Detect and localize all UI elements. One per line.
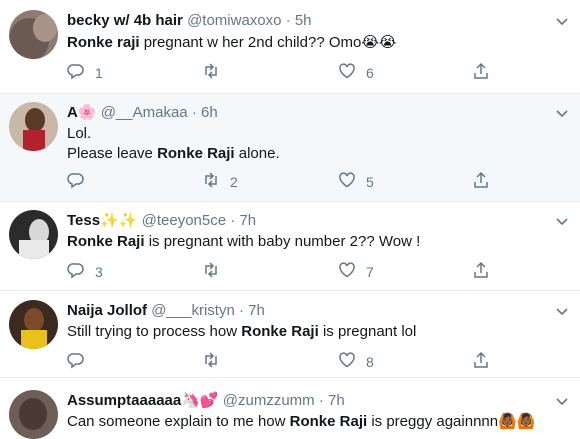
share-button[interactable] [472, 62, 490, 83]
chevron-down-icon[interactable] [554, 105, 570, 121]
share-icon [472, 261, 490, 282]
tweet-text: Ronke raji pregnant w her 2nd child?? Om… [67, 33, 396, 53]
like-count: 5 [366, 174, 374, 190]
share-button[interactable] [472, 261, 490, 282]
tweet[interactable]: Tess✨✨ @teeyon5ce · 7h Ronke Raji is pre… [0, 202, 580, 291]
tweet-text: Ronke Raji is pregnant with baby number … [67, 232, 420, 252]
tweet-header: Tess✨✨ @teeyon5ce · 7h [67, 212, 256, 230]
tweet[interactable]: A🌸 @__Amakaa · 6h Lol. Please leave Ronk… [0, 94, 580, 202]
chevron-down-icon[interactable] [554, 213, 570, 229]
separator-dot: · [239, 302, 244, 319]
chevron-down-icon[interactable] [554, 393, 570, 409]
tweet-text: Still trying to process how Ronke Raji i… [67, 322, 416, 342]
reply-button[interactable] [67, 171, 95, 192]
heart-icon [338, 351, 356, 372]
timestamp[interactable]: 5h [295, 12, 312, 29]
tweet[interactable]: Assumptaaaaaa🦄💕 @zumzzumm · 7h Can someo… [0, 378, 580, 439]
timestamp[interactable]: 7h [328, 392, 345, 409]
reply-icon [67, 171, 85, 192]
avatar[interactable] [9, 300, 58, 349]
tweet-line: Still trying to process how Ronke Raji i… [67, 322, 416, 342]
display-name[interactable]: A🌸 [67, 104, 97, 121]
tweet-text: Can someone explain to me how Ronke Raji… [67, 412, 535, 432]
user-handle[interactable]: @__Amakaa [101, 104, 188, 121]
display-name[interactable]: Tess✨✨ [67, 212, 137, 229]
display-name[interactable]: Assumptaaaaaa🦄💕 [67, 392, 219, 409]
separator-dot: · [230, 212, 235, 229]
avatar[interactable] [9, 10, 58, 59]
share-button[interactable] [472, 351, 490, 372]
display-name[interactable]: Naija Jollof [67, 302, 147, 319]
retweet-icon [202, 171, 220, 192]
tweet[interactable]: Naija Jollof @___kristyn · 7h Still tryi… [0, 291, 580, 378]
retweet-button[interactable]: 2 [202, 171, 238, 192]
reply-count: 1 [95, 65, 103, 81]
like-button[interactable]: 5 [338, 171, 374, 192]
tweet-line: Can someone explain to me how Ronke Raji… [67, 412, 535, 432]
user-handle[interactable]: @zumzzumm [223, 392, 315, 409]
avatar[interactable] [9, 390, 58, 439]
heart-icon [338, 62, 356, 83]
tweet-header: A🌸 @__Amakaa · 6h [67, 104, 218, 122]
retweet-icon [202, 351, 220, 372]
chevron-down-icon[interactable] [554, 303, 570, 319]
reply-icon [67, 261, 85, 282]
timestamp[interactable]: 7h [248, 302, 265, 319]
retweet-icon [202, 261, 220, 282]
retweet-button[interactable] [202, 261, 230, 282]
like-count: 7 [366, 264, 374, 280]
share-button[interactable] [472, 171, 490, 192]
avatar[interactable] [9, 210, 58, 259]
user-handle[interactable]: @teeyon5ce [142, 212, 226, 229]
heart-icon [338, 171, 356, 192]
share-icon [472, 351, 490, 372]
tweet-line: Please leave Ronke Raji alone. [67, 144, 280, 164]
retweet-button[interactable] [202, 351, 230, 372]
like-count: 8 [366, 354, 374, 370]
tweet-actions: 2 5 [67, 171, 580, 191]
tweet-header: becky w/ 4b hair @tomiwaxoxo · 5h [67, 12, 312, 30]
tweet-header: Naija Jollof @___kristyn · 7h [67, 302, 265, 320]
user-handle[interactable]: @tomiwaxoxo [187, 12, 281, 29]
tweet-line: Lol. [67, 124, 280, 144]
tweet-actions: 1 6 [67, 62, 580, 82]
avatar[interactable] [9, 102, 58, 151]
reply-button[interactable]: 1 [67, 62, 103, 83]
reply-button[interactable] [67, 351, 95, 372]
retweet-icon [202, 62, 220, 83]
display-name[interactable]: becky w/ 4b hair [67, 12, 183, 29]
retweet-button[interactable] [202, 62, 230, 83]
like-button[interactable]: 6 [338, 62, 374, 83]
tweet-actions: 8 [67, 351, 580, 371]
timestamp[interactable]: 6h [201, 104, 218, 121]
chevron-down-icon[interactable] [554, 13, 570, 29]
like-count: 6 [366, 65, 374, 81]
like-button[interactable]: 8 [338, 351, 374, 372]
reply-count: 3 [95, 264, 103, 280]
tweet-header: Assumptaaaaaa🦄💕 @zumzzumm · 7h [67, 392, 345, 410]
separator-dot: · [319, 392, 324, 409]
tweet-line: Ronke Raji is pregnant with baby number … [67, 232, 420, 252]
tweet-feed: becky w/ 4b hair @tomiwaxoxo · 5h Ronke … [0, 0, 580, 439]
share-icon [472, 62, 490, 83]
heart-icon [338, 261, 356, 282]
tweet-text: Lol. Please leave Ronke Raji alone. [67, 124, 280, 164]
tweet-line: Ronke raji pregnant w her 2nd child?? Om… [67, 33, 396, 53]
reply-button[interactable]: 3 [67, 261, 103, 282]
reply-icon [67, 351, 85, 372]
tweet-actions: 3 7 [67, 261, 580, 281]
separator-dot: · [286, 12, 291, 29]
retweet-count: 2 [230, 174, 238, 190]
user-handle[interactable]: @___kristyn [151, 302, 235, 319]
like-button[interactable]: 7 [338, 261, 374, 282]
tweet[interactable]: becky w/ 4b hair @tomiwaxoxo · 5h Ronke … [0, 0, 580, 94]
reply-icon [67, 62, 85, 83]
timestamp[interactable]: 7h [239, 212, 256, 229]
separator-dot: · [192, 104, 197, 121]
share-icon [472, 171, 490, 192]
